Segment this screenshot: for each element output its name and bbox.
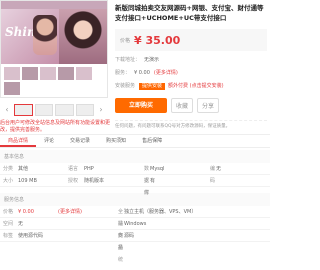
spec-value: PHP [84,166,94,172]
spec-value: Mysql [150,166,165,172]
thumbnail-item[interactable] [34,104,53,116]
spec-value: ¥ 0.00 [18,209,34,215]
tab-after-sales[interactable]: 售后保障 [134,135,170,147]
price-value: ¥ 35.00 [134,33,181,47]
spec-value: 其他 [18,166,29,172]
spec-value: Windows [124,221,147,227]
spec-value: 109 MB [18,178,37,184]
tab-transactions[interactable]: 交易记录 [62,135,98,147]
product-gallery: Shine ‹ › 后台用户可修改全站信息及网站所有功能设置和更改，提供完善服务… [0,0,110,133]
spec-section-service: 服务信息 [0,193,270,206]
banner-portrait [33,15,57,55]
spec-value: 有 [150,178,156,184]
preview-row: 下载地址： 无演示 [115,57,267,64]
thumbnail-item[interactable] [14,104,33,116]
service-details-link[interactable]: (更多详情) [154,70,178,77]
price-row: 价格 ¥ 35.00 [115,29,267,51]
spec-value: 源码 [124,233,135,239]
service-row: 服务： ¥ 0.00 (更多详情) [115,70,267,77]
screenshot-photo [59,9,107,64]
screenshot-banner: Shine [1,9,59,64]
service-value: ¥ 0.00 [134,70,150,76]
tab-details[interactable]: 商品详情 [0,135,37,147]
spec-key: 数据库 [144,166,150,196]
spec-row: 大小 109 MB 授权 随机版本 支付 有 [0,175,270,196]
spec-key: 支付 [144,178,150,196]
spec-row: 价格 ¥ 0.00 (更多详情) 全站支持 独立主机（服务器、VPS、VM） [0,206,270,251]
detail-tabs: 商品详情 评论 交易记录 购买须知 售后保障 [0,134,270,148]
gallery-caption: 后台用户可修改全站信息及网站所有功能设置和更改，提供完善服务。 [0,120,111,133]
favorite-button[interactable]: 收藏 [171,98,193,113]
spec-key: 标签 [3,233,14,239]
tab-purchase-notes[interactable]: 购买须知 [98,135,134,147]
spec-section-basic: 基本信息 [0,150,270,163]
preview-value: 无演示 [144,57,160,63]
thumbnail-item[interactable] [75,104,94,116]
thumbnail-strip [14,104,94,116]
spec-key: 商品 [118,233,124,251]
chevron-left-icon[interactable]: ‹ [2,105,12,115]
spec-row: 空间 无 操作系统 Windows [0,218,270,263]
spec-key: 授权 [68,178,79,184]
share-button[interactable]: 分享 [197,98,219,113]
install-tag[interactable]: 提供安装 [139,83,166,90]
spec-details-link[interactable]: (更多详情) [58,206,98,217]
spec-key: 语言 [68,166,79,172]
spec-key: 分类 [3,166,14,172]
install-row: 安装服务 提供安装 额外付费 (点击提交安装) [115,83,267,90]
chevron-right-icon[interactable]: › [96,105,106,115]
spec-key: 操作系统 [118,221,124,263]
product-title: 新版同城拍卖交友网源码+网银、支付宝、财付通等支付接口+UCHOME+UC带支付… [115,4,264,22]
screenshot-thumb-grid [1,64,107,97]
purchase-note: 任何问题，有问题可联系QQ号对方修改源码，保证质量。 [115,120,267,130]
spec-row: 分类 其他 语言 PHP 数据库 Mysql 编码 无 [0,163,270,196]
spec-row: 标签 使用源代码 商品 源码 [0,230,270,251]
spec-table: 基本信息 分类 其他 语言 PHP 数据库 Mysql 编码 无 大小 109 … [0,150,270,263]
spec-value: 随机版本 [84,178,105,184]
price-label: 价格 [120,37,131,44]
install-note[interactable]: 额外付费 (点击提交安装) [168,83,224,90]
spec-key: 编码 [210,166,216,184]
spec-key: 空间 [3,221,14,227]
product-info: 新版同城拍卖交友网源码+网银、支付宝、财付通等支付接口+UCHOME+UC带支付… [115,4,267,130]
spec-key: 大小 [3,178,14,184]
thumbnail-item[interactable] [55,104,74,116]
spec-value: 使用源代码 [18,233,44,239]
spec-key: 全站支持 [118,209,124,251]
spec-value: 无 [18,221,24,227]
product-screenshot[interactable]: Shine [0,0,108,98]
screenshot-nav [1,1,107,9]
spec-value: 无 [216,166,222,172]
preview-label: 下载地址： [115,57,141,63]
buy-now-button[interactable]: 立即购买 [115,98,167,113]
spec-value: 独立主机（服务器、VPS、VM） [124,209,197,215]
tab-reviews[interactable]: 评论 [36,135,62,147]
service-label: 服务： [115,70,131,76]
spec-key: 价格 [3,209,14,215]
install-label: 安装服务 [115,83,136,89]
